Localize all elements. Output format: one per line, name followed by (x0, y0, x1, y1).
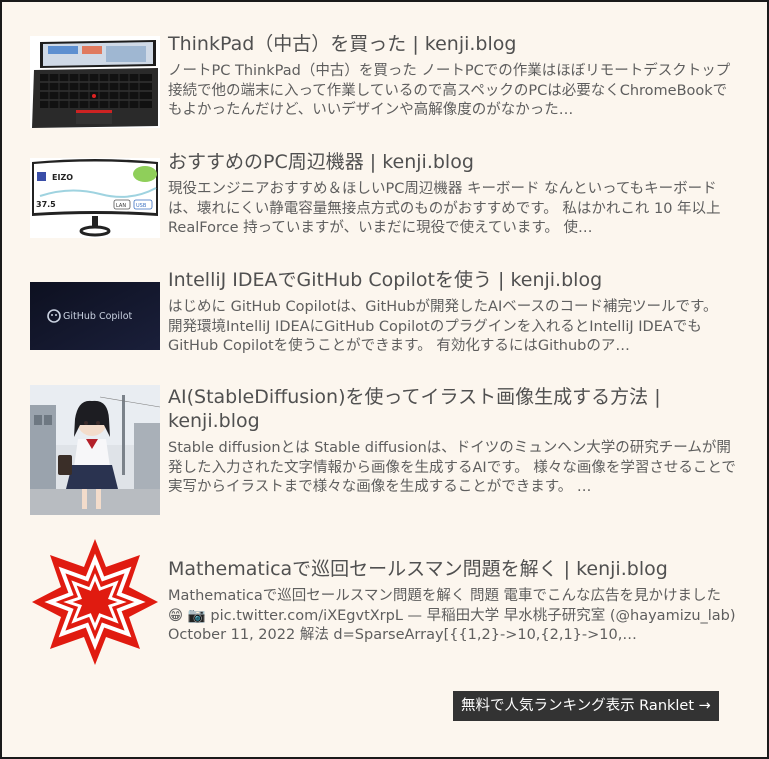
post-title[interactable]: AI(StableDiffusion)を使ってイラスト画像生成する方法 | ke… (168, 385, 736, 433)
post-text: AI(StableDiffusion)を使ってイラスト画像生成する方法 | ke… (168, 385, 736, 498)
post-title[interactable]: IntelliJ IDEAでGitHub Copilotを使う | kenji.… (168, 268, 736, 292)
related-post-item[interactable]: ThinkPad（中古）を買った | kenji.blog ノートPC Thin… (30, 32, 736, 128)
monitor-size-text: 37.5 (36, 200, 56, 209)
post-title[interactable]: おすすめのPC周辺機器 | kenji.blog (168, 150, 736, 174)
post-description: ノートPC ThinkPad（中古）を買った ノートPCでの作業はほぼリモートデ… (168, 63, 731, 119)
post-text: Mathematicaで巡回セールスマン問題を解く | kenji.blog M… (168, 557, 736, 646)
related-posts-widget: ThinkPad（中古）を買った | kenji.blog ノートPC Thin… (0, 0, 769, 759)
post-title[interactable]: Mathematicaで巡回セールスマン問題を解く | kenji.blog (168, 557, 736, 581)
related-post-item[interactable]: Mathematicaで巡回セールスマン問題を解く | kenji.blog M… (30, 537, 736, 667)
related-post-item[interactable]: AI(StableDiffusion)を使ってイラスト画像生成する方法 | ke… (30, 385, 736, 515)
post-description: Mathematicaで巡回セールスマン問題を解く 問題 電車でこんな広告を見か… (168, 588, 736, 644)
post-description: 現役エンジニアおすすめ＆ほしいPC周辺機器 キーボード なんといってもキーボード… (168, 181, 721, 237)
anime-illustration-thumbnail[interactable] (30, 385, 160, 515)
post-text: おすすめのPC周辺機器 | kenji.blog 現役エンジニアおすすめ＆ほしい… (168, 150, 736, 239)
post-title[interactable]: ThinkPad（中古）を買った | kenji.blog (168, 32, 736, 56)
post-description: はじめに GitHub Copilotは、GitHubが開発したAIベースのコー… (168, 299, 718, 355)
monitor-brand-text: EIZO (52, 173, 73, 182)
github-copilot-thumbnail[interactable]: GitHub Copilot (30, 282, 160, 350)
mathematica-logo-thumbnail[interactable] (30, 537, 160, 667)
monitor-thumbnail[interactable]: EIZO 37.5 LAN USB (30, 158, 160, 238)
ranklet-link-button[interactable]: 無料で人気ランキング表示 Ranklet → (453, 691, 719, 721)
related-post-item[interactable]: EIZO 37.5 LAN USB おすすめのPC周辺機器 | kenji.bl… (30, 150, 736, 246)
post-description: Stable diffusionとは Stable diffusionは、ドイツ… (168, 440, 736, 496)
post-text: ThinkPad（中古）を買った | kenji.blog ノートPC Thin… (168, 32, 736, 121)
monitor-usb-text: USB (136, 203, 147, 209)
github-copilot-label: GitHub Copilot (63, 311, 133, 322)
related-post-item[interactable]: GitHub Copilot IntelliJ IDEAでGitHub Copi… (30, 268, 736, 364)
monitor-lan-text: LAN (116, 203, 126, 209)
post-text: IntelliJ IDEAでGitHub Copilotを使う | kenji.… (168, 268, 736, 357)
laptop-thumbnail[interactable] (30, 36, 160, 128)
